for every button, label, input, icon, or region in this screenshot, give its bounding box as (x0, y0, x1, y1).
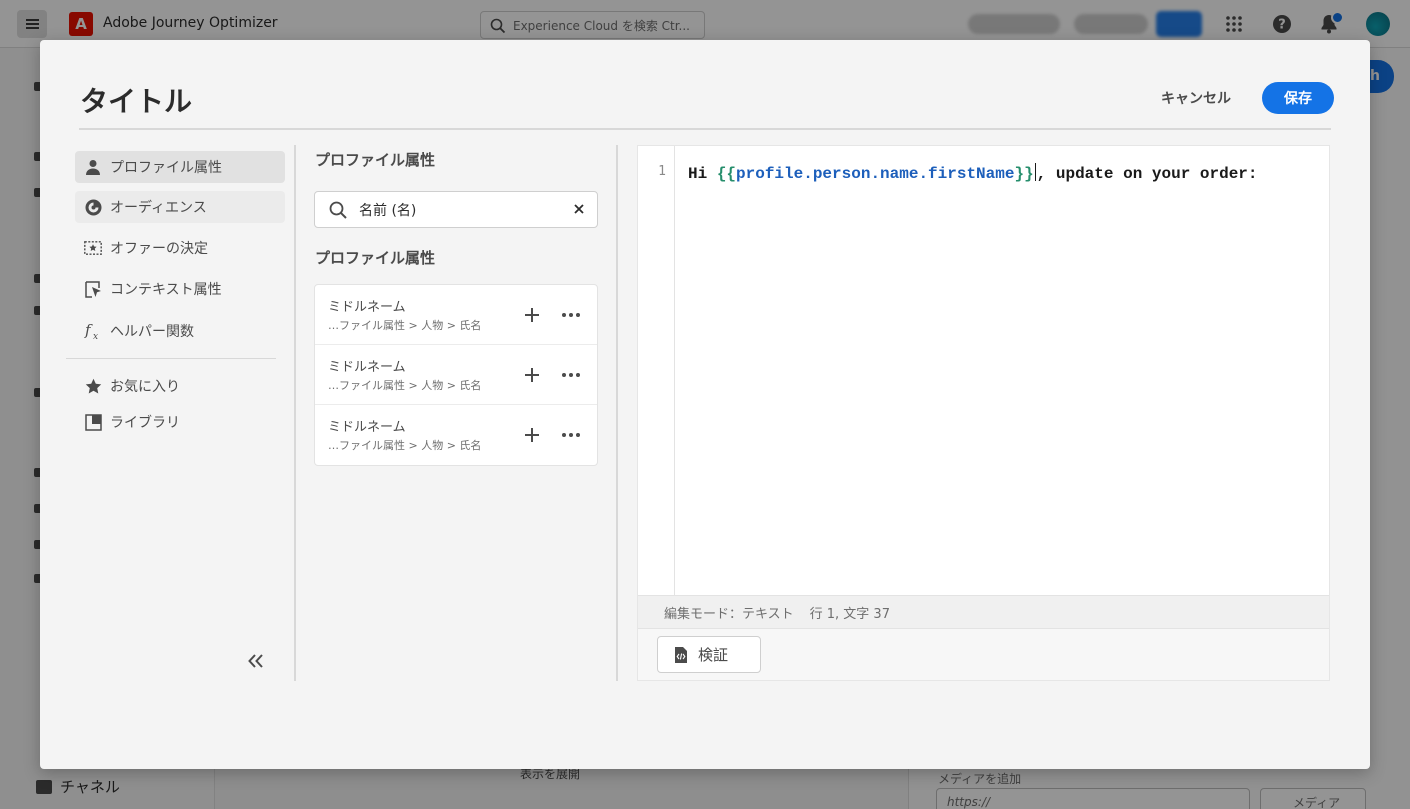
attribute-name: ミドルネーム (328, 360, 406, 375)
code-close-braces: }} (1014, 165, 1034, 183)
results-heading: プロファイル属性 (315, 249, 436, 267)
attribute-results-list: ミドルネーム …ファイル属性 > 人物 > 氏名 ミドルネーム …ファイル属性 … (314, 284, 598, 466)
code-variable: profile.person.name.firstName (736, 165, 1015, 183)
collapse-sidebar-icon[interactable] (245, 650, 267, 672)
add-attribute-icon[interactable] (521, 424, 543, 446)
attribute-path: …ファイル属性 > 人物 > 氏名 (328, 379, 482, 392)
cancel-button[interactable]: キャンセル (1150, 87, 1242, 109)
attribute-name: ミドルネーム (328, 420, 406, 435)
more-options-icon[interactable] (559, 364, 583, 386)
code-text: Hi (688, 165, 717, 183)
category-audiences[interactable]: オーディエンス (75, 191, 285, 223)
attributes-heading: プロファイル属性 (315, 151, 436, 169)
function-icon: fx (83, 321, 103, 341)
category-label: ライブラリ (110, 415, 180, 431)
attribute-row[interactable]: ミドルネーム …ファイル属性 > 人物 > 氏名 (315, 285, 597, 345)
category-label: ヘルパー関数 (110, 324, 194, 340)
category-library[interactable]: ライブラリ (75, 406, 285, 438)
add-attribute-icon[interactable] (521, 304, 543, 326)
category-profile-attributes[interactable]: プロファイル属性 (75, 151, 285, 183)
svg-text:x: x (93, 332, 98, 340)
category-offer-decisions[interactable]: オファーの決定 (75, 232, 285, 264)
context-icon (83, 279, 103, 299)
offer-icon (83, 238, 103, 258)
search-icon (329, 201, 347, 219)
text-caret (1034, 163, 1036, 181)
more-options-icon[interactable] (559, 304, 583, 326)
person-icon (83, 157, 103, 177)
expression-editor-dialog: タイトル キャンセル 保存 プロファイル属性 オーディエンス オファーの決定 コ… (40, 40, 1370, 769)
editor-status-bar: 編集モード：テキスト 行 1, 文字 37 (638, 595, 1329, 629)
more-options-icon[interactable] (559, 424, 583, 446)
add-attribute-icon[interactable] (521, 364, 543, 386)
attribute-row[interactable]: ミドルネーム …ファイル属性 > 人物 > 氏名 (315, 345, 597, 405)
validate-label: 検証 (698, 646, 729, 664)
code-open-braces: {{ (716, 165, 737, 183)
line-number-gutter: 1 (638, 146, 675, 595)
category-label: お気に入り (110, 379, 180, 395)
attribute-path: …ファイル属性 > 人物 > 氏名 (328, 439, 482, 452)
attribute-path: …ファイル属性 > 人物 > 氏名 (328, 319, 482, 332)
audience-icon (83, 197, 103, 217)
dialog-title: タイトル (80, 85, 193, 118)
category-contextual-attributes[interactable]: コンテキスト属性 (75, 273, 285, 305)
title-divider (79, 128, 1331, 130)
validate-button[interactable]: 検証 (657, 636, 761, 673)
code-text: , update on your order: (1036, 165, 1258, 183)
category-divider (66, 358, 276, 359)
category-label: コンテキスト属性 (110, 282, 222, 298)
category-favorites[interactable]: お気に入り (75, 370, 285, 402)
save-button[interactable]: 保存 (1262, 82, 1334, 114)
line-number: 1 (658, 164, 666, 179)
library-icon (83, 412, 103, 432)
edit-mode-status: 編集モード：テキスト (664, 606, 794, 622)
attribute-name: ミドルネーム (328, 300, 406, 315)
category-label: オーディエンス (110, 200, 207, 216)
category-label: プロファイル属性 (110, 160, 222, 176)
column-divider (294, 145, 296, 681)
cursor-position-status: 行 1, 文字 37 (809, 606, 890, 622)
attribute-row[interactable]: ミドルネーム …ファイル属性 > 人物 > 氏名 (315, 405, 597, 465)
star-icon (83, 376, 103, 396)
svg-text:f: f (84, 322, 93, 339)
validate-code-icon (675, 646, 687, 663)
code-line[interactable]: Hi {{profile.person.name.firstName}}, up… (688, 163, 1258, 183)
clear-search-icon[interactable] (573, 203, 585, 215)
category-helper-functions[interactable]: fx ヘルパー関数 (75, 315, 285, 347)
column-divider (616, 145, 618, 681)
code-editor[interactable]: 1 Hi {{profile.person.name.firstName}}, … (637, 145, 1330, 681)
editor-footer: 検証 (638, 629, 1329, 680)
category-label: オファーの決定 (110, 241, 208, 257)
attribute-search-input[interactable]: 名前 (名) (314, 191, 598, 228)
attribute-search-value: 名前 (名) (359, 202, 417, 219)
